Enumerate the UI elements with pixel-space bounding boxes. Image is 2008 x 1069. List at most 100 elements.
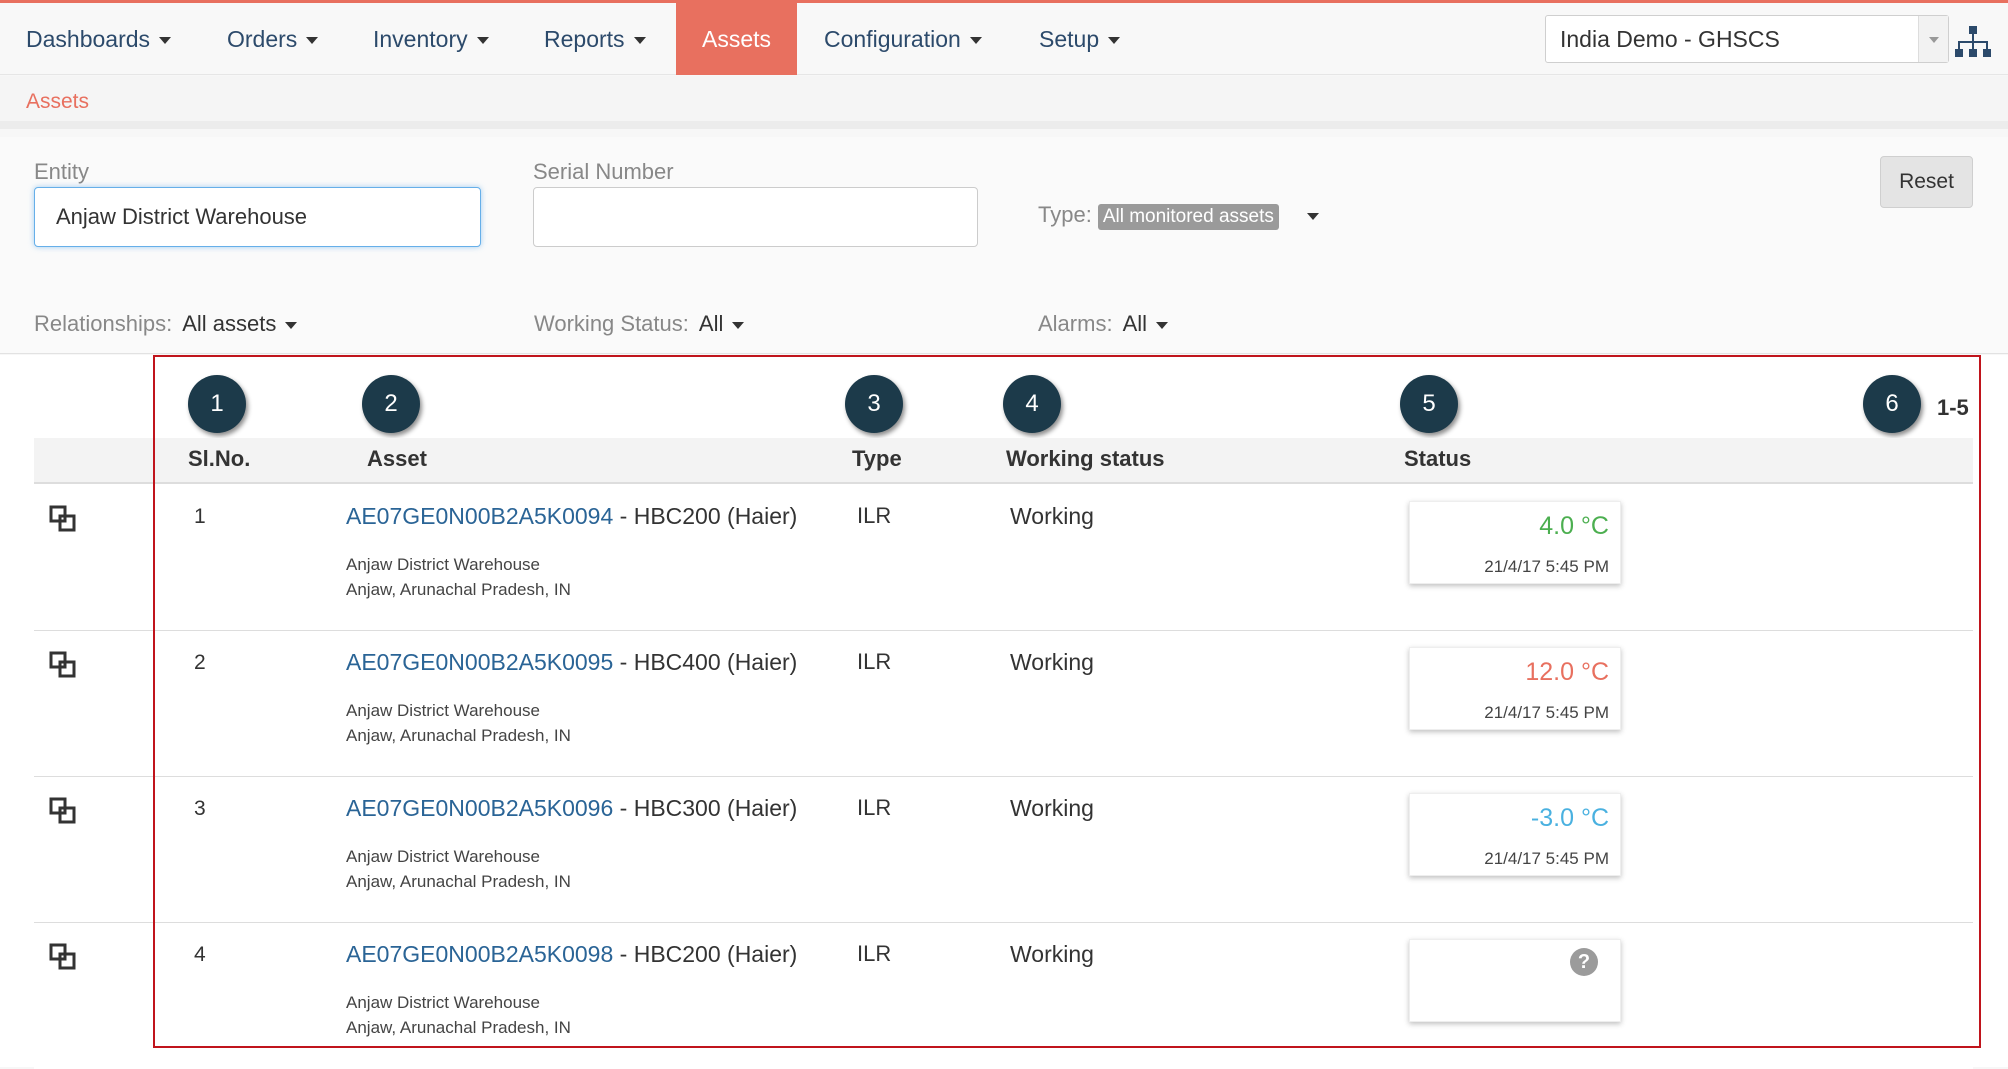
caret-down-icon (159, 37, 172, 45)
col-type: Type (852, 446, 902, 471)
annotation-marker-6: 6 (1863, 375, 1921, 433)
copy-icon[interactable] (49, 651, 77, 679)
asset-name: AE07GE0N00B2A5K0098 - HBC200 (Haier) (346, 941, 797, 968)
working-status-value[interactable]: All (699, 311, 723, 336)
type-label: Type: (1038, 202, 1092, 227)
sl-no: 3 (194, 797, 206, 820)
asset-type: ILR (857, 503, 892, 528)
nav-setup-label: Setup (1039, 26, 1100, 52)
breadcrumb: Assets (0, 76, 2008, 129)
asset-link[interactable]: AE07GE0N00B2A5K0094 (346, 503, 613, 529)
serial-number-label: Serial Number (533, 159, 674, 184)
nav-dashboards-label: Dashboards (26, 26, 151, 52)
status-timestamp: 21/4/17 5:45 PM (1484, 703, 1609, 722)
col-sl-no: Sl.No. (188, 446, 251, 471)
alarms-filter[interactable]: Alarms: All (1038, 311, 1169, 337)
top-navbar: Dashboards Orders Inventory Reports Asse… (0, 0, 2008, 75)
breadcrumb-assets[interactable]: Assets (26, 90, 89, 114)
annotation-marker-3: 3 (845, 375, 903, 433)
status-timestamp: 21/4/17 5:45 PM (1484, 557, 1609, 576)
copy-icon[interactable] (49, 505, 77, 533)
status-card[interactable]: 4.0 °C 21/4/17 5:45 PM (1409, 501, 1621, 584)
caret-down-icon[interactable] (285, 321, 298, 329)
table-row: 4 AE07GE0N00B2A5K0098 - HBC200 (Haier) A… (34, 923, 1973, 1069)
annotation-marker-4: 4 (1003, 375, 1061, 433)
sl-no: 1 (194, 505, 206, 528)
copy-icon[interactable] (49, 943, 77, 971)
asset-model: - HBC300 (Haier) (613, 795, 798, 821)
col-status: Status (1404, 446, 1472, 471)
working-status-label: Working Status: (534, 311, 689, 336)
asset-type: ILR (857, 649, 892, 674)
type-badge[interactable]: All monitored assets (1097, 204, 1279, 230)
alarms-value[interactable]: All (1123, 311, 1147, 336)
type-filter[interactable]: Type: All monitored assets (1038, 202, 1320, 230)
caret-down-icon[interactable] (732, 321, 745, 329)
working-status-filter[interactable]: Working Status: All (534, 311, 745, 337)
asset-model: - HBC200 (Haier) (613, 503, 798, 529)
caret-down-icon (476, 37, 489, 45)
asset-entity: Anjaw District Warehouse (346, 847, 540, 866)
nav-dashboards[interactable]: Dashboards (26, 3, 172, 75)
caret-down-icon[interactable] (1307, 212, 1320, 220)
caret-down-icon (1108, 37, 1121, 45)
nav-assets[interactable]: Assets (676, 3, 798, 75)
reset-button[interactable]: Reset (1880, 156, 1973, 208)
nav-assets-label: Assets (702, 26, 772, 52)
asset-entity: Anjaw District Warehouse (346, 993, 540, 1012)
col-asset: Asset (367, 446, 427, 471)
serial-number-input[interactable] (533, 187, 978, 247)
relationships-filter[interactable]: Relationships: All assets (34, 311, 298, 337)
working-status: Working (1010, 795, 1094, 821)
copy-icon[interactable] (49, 797, 77, 825)
annotation-marker-2: 2 (362, 375, 420, 433)
table-row: 1 AE07GE0N00B2A5K0094 - HBC200 (Haier) A… (34, 485, 1973, 631)
table-row: 3 AE07GE0N00B2A5K0096 - HBC300 (Haier) A… (34, 777, 1973, 923)
asset-entity: Anjaw District Warehouse (346, 555, 540, 574)
asset-location: Anjaw, Arunachal Pradesh, IN (346, 1018, 571, 1037)
asset-location: Anjaw, Arunachal Pradesh, IN (346, 726, 571, 745)
asset-location: Anjaw, Arunachal Pradesh, IN (346, 580, 571, 599)
asset-type: ILR (857, 941, 892, 966)
asset-model: - HBC400 (Haier) (613, 649, 798, 675)
col-working-status: Working status (1006, 446, 1165, 471)
status-card[interactable]: -3.0 °C 21/4/17 5:45 PM (1409, 793, 1621, 876)
relationships-label: Relationships: (34, 311, 173, 336)
nav-inventory-label: Inventory (373, 26, 468, 52)
alarms-label: Alarms: (1038, 311, 1113, 336)
entity-input[interactable]: Anjaw District Warehouse (34, 187, 481, 247)
caret-down-icon (969, 37, 982, 45)
annotation-marker-1: 1 (188, 375, 246, 433)
temperature: -3.0 °C (1530, 804, 1609, 832)
working-status: Working (1010, 941, 1094, 967)
asset-link[interactable]: AE07GE0N00B2A5K0095 (346, 649, 613, 675)
chevron-down-icon[interactable] (1918, 16, 1948, 62)
asset-link[interactable]: AE07GE0N00B2A5K0098 (346, 941, 613, 967)
table-row: 2 AE07GE0N00B2A5K0095 - HBC400 (Haier) A… (34, 631, 1973, 777)
asset-link[interactable]: AE07GE0N00B2A5K0096 (346, 795, 613, 821)
domain-select[interactable]: India Demo - GHSCS (1545, 15, 1949, 63)
nav-setup[interactable]: Setup (1039, 3, 1121, 75)
domain-select-value: India Demo - GHSCS (1560, 26, 1780, 52)
caret-down-icon[interactable] (1156, 321, 1169, 329)
nav-reports[interactable]: Reports (544, 3, 646, 75)
nav-reports-label: Reports (544, 26, 625, 52)
sl-no: 2 (194, 651, 206, 674)
asset-location: Anjaw, Arunachal Pradesh, IN (346, 872, 571, 891)
asset-name: AE07GE0N00B2A5K0094 - HBC200 (Haier) (346, 503, 797, 530)
asset-model: - HBC200 (Haier) (613, 941, 798, 967)
asset-type: ILR (857, 795, 892, 820)
caret-down-icon (633, 37, 646, 45)
nav-configuration[interactable]: Configuration (824, 3, 982, 75)
entity-input-value: Anjaw District Warehouse (56, 204, 308, 229)
hierarchy-icon[interactable] (1955, 25, 1991, 59)
entity-label: Entity (34, 159, 90, 184)
pagination-range: 1-5 (1937, 395, 1969, 420)
asset-entity: Anjaw District Warehouse (346, 701, 540, 720)
status-card[interactable]: ? (1409, 939, 1621, 1022)
filter-panel: Entity Anjaw District Warehouse Serial N… (0, 137, 2008, 354)
nav-orders[interactable]: Orders (227, 3, 319, 75)
nav-inventory[interactable]: Inventory (373, 3, 489, 75)
status-card[interactable]: 12.0 °C 21/4/17 5:45 PM (1409, 647, 1621, 730)
relationships-value[interactable]: All assets (182, 311, 276, 336)
